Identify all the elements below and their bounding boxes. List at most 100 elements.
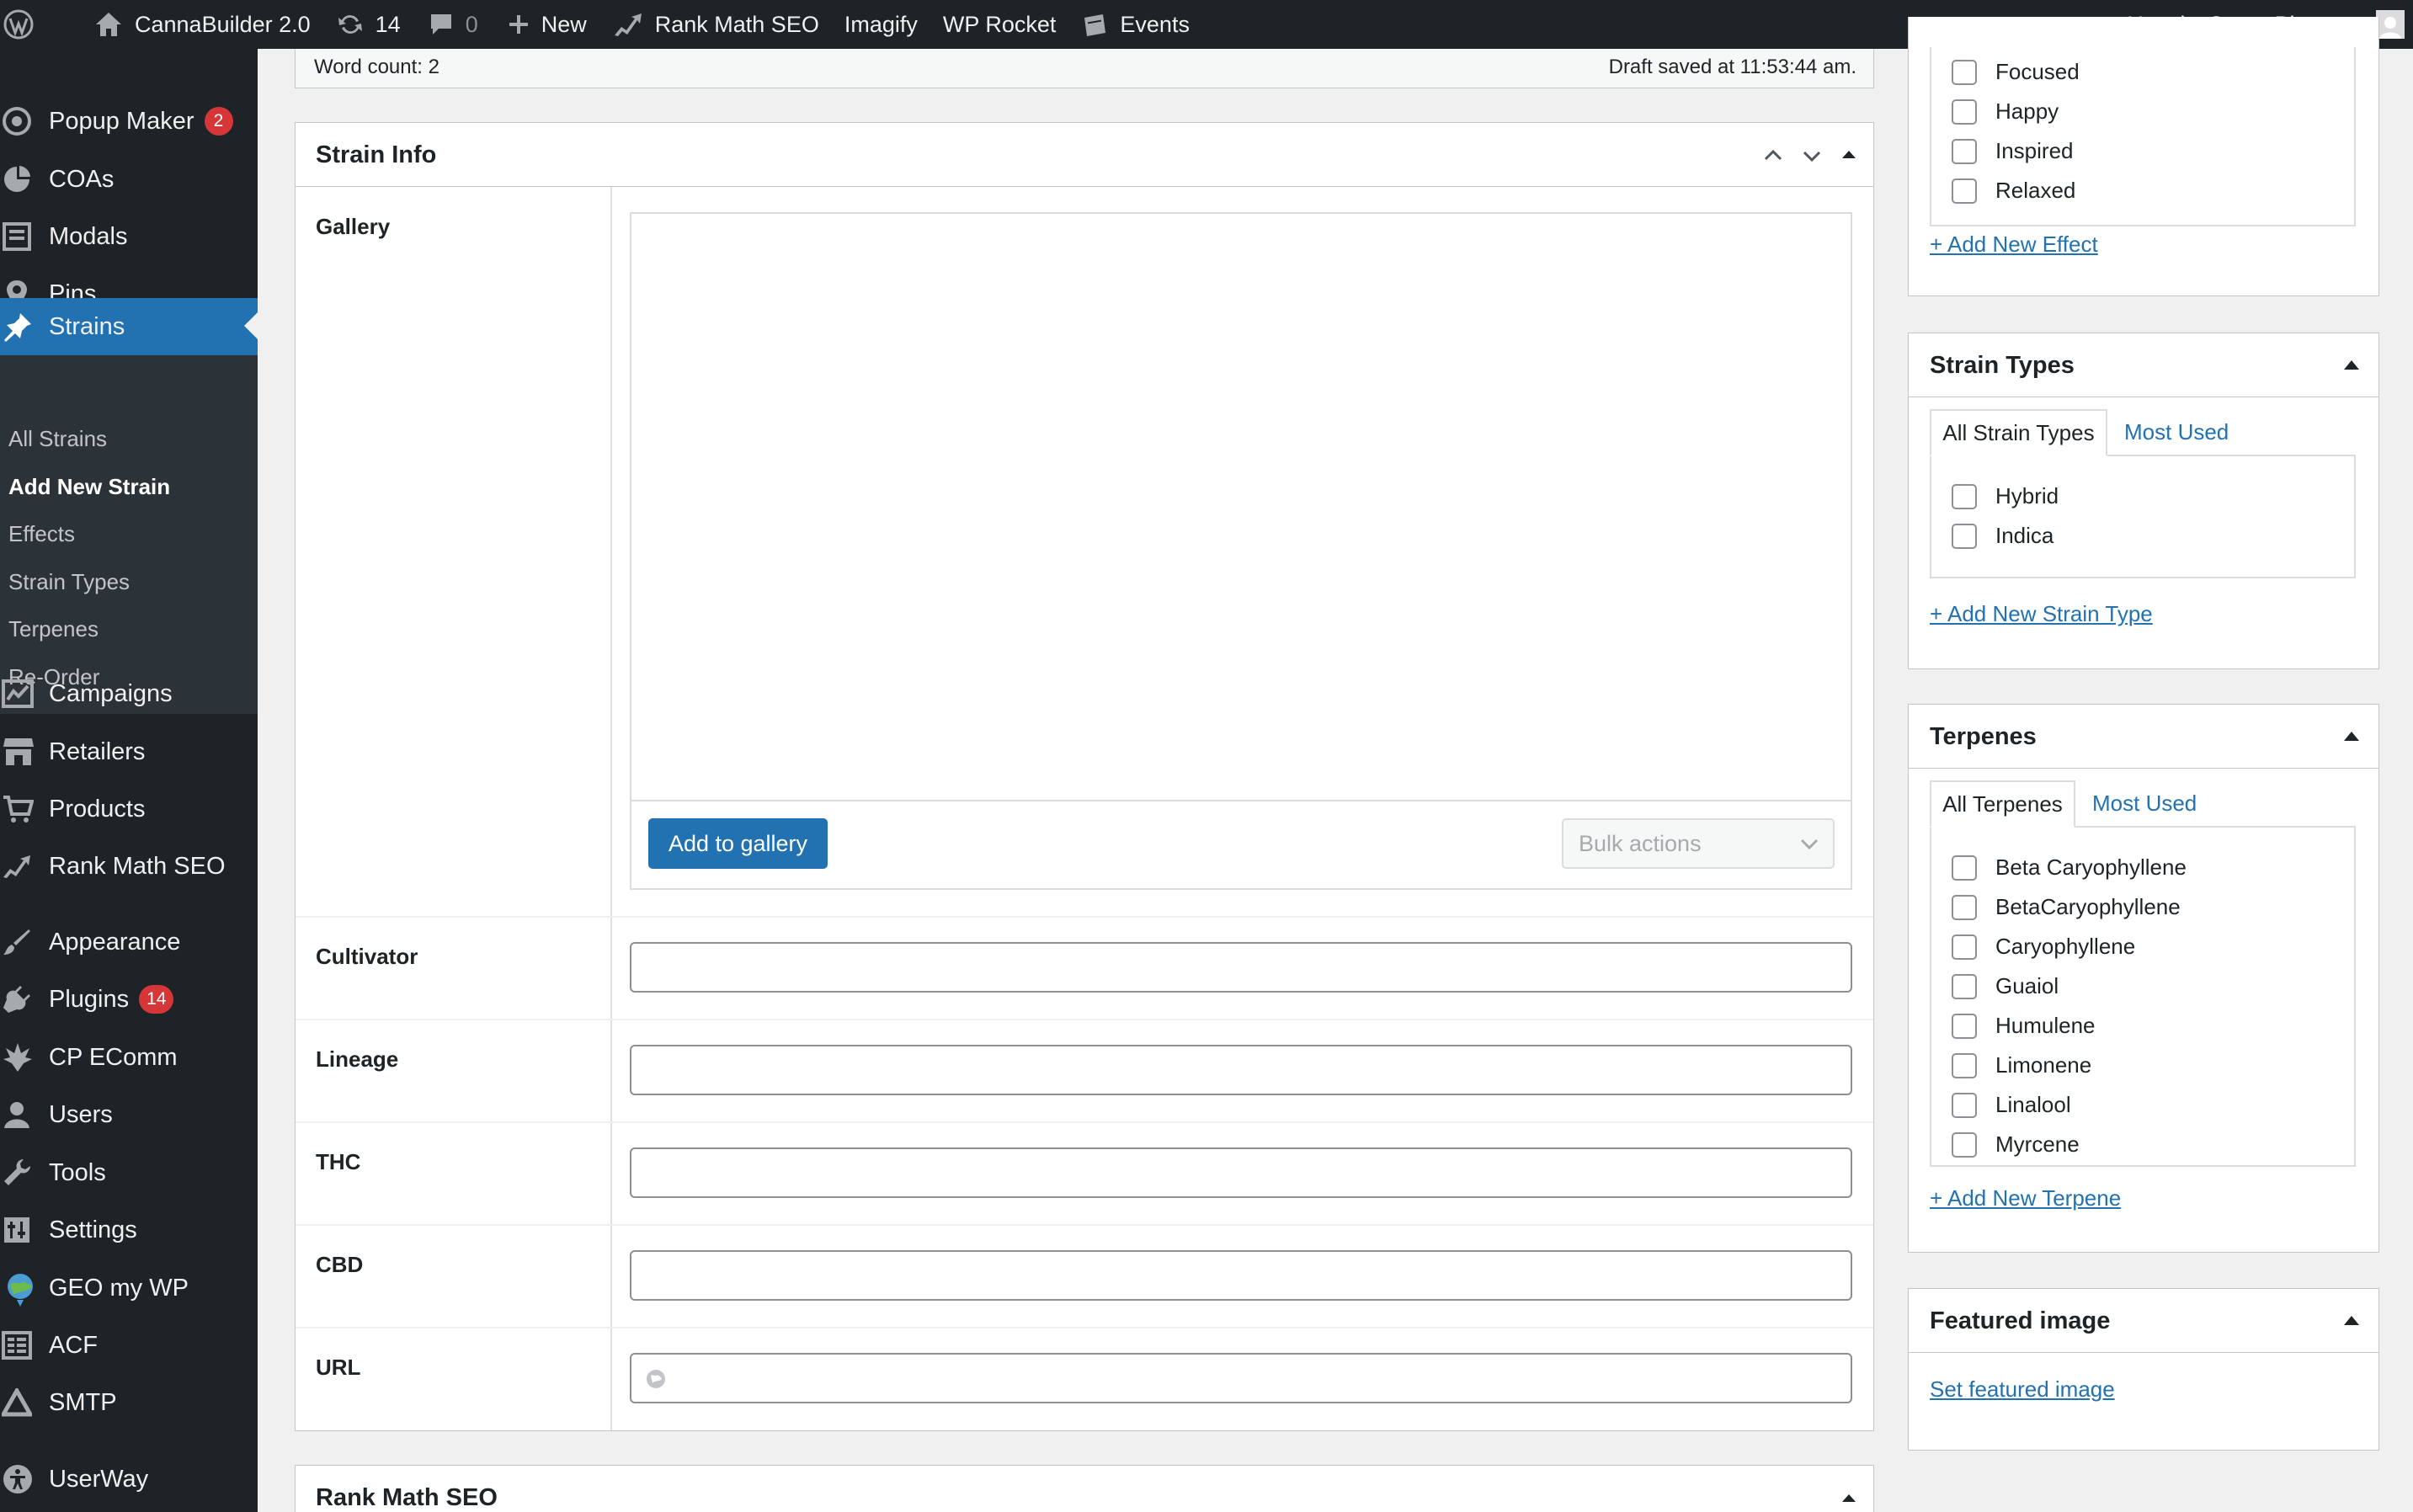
submenu-terpenes[interactable]: Terpenes (8, 616, 99, 642)
add-new-effect-link[interactable]: + Add New Effect (1930, 232, 2098, 258)
strain-type-option-indica[interactable]: Indica (1952, 523, 2053, 549)
effect-option-focused[interactable]: Focused (1952, 59, 2080, 85)
terpene-option-beta-caryophyllene[interactable]: Beta Caryophyllene (1952, 854, 2187, 881)
submenu-effects[interactable]: Effects (8, 521, 75, 547)
checkbox[interactable] (1952, 1013, 1977, 1039)
terpene-option-humulene[interactable]: Humulene (1952, 1013, 2096, 1039)
menu-smtp[interactable]: SMTP (0, 1375, 258, 1430)
cultivator-label: Cultivator (316, 944, 418, 969)
checkbox[interactable] (1952, 59, 1977, 85)
terpene-option-myrcene[interactable]: Myrcene (1952, 1131, 2080, 1158)
checkbox[interactable] (1952, 894, 1977, 920)
menu-rank-math-seo[interactable]: Rank Math SEO (0, 839, 258, 894)
events-menu[interactable]: Events (1068, 0, 1202, 49)
checkbox[interactable] (1952, 1092, 1977, 1118)
effect-option-relaxed[interactable]: Relaxed (1952, 178, 2075, 204)
checkbox[interactable] (1952, 523, 1977, 549)
row-divider (296, 1327, 1873, 1328)
comments-menu[interactable]: 0 (413, 0, 491, 49)
menu-settings[interactable]: Settings (0, 1202, 258, 1258)
menu-label: CP EComm (49, 1043, 178, 1071)
wp-logo-menu[interactable] (0, 0, 54, 49)
checkbox[interactable] (1952, 854, 1977, 881)
checkbox[interactable] (1952, 138, 1977, 164)
menu-appearance[interactable]: Appearance (0, 914, 258, 970)
bulk-actions-value: Bulk actions (1579, 830, 1702, 856)
submenu-add-new-strain[interactable]: Add New Strain (8, 474, 170, 500)
cultivator-input[interactable] (630, 942, 1852, 993)
menu-modals[interactable]: Modals (0, 209, 258, 264)
checkbox[interactable] (1952, 1131, 1977, 1158)
effect-option-happy[interactable]: Happy (1952, 98, 2059, 125)
menu-tools[interactable]: Tools (0, 1145, 258, 1201)
menu-acf[interactable]: ACF (0, 1318, 258, 1373)
post-status-info: Word count: 2 Draft saved at 11:53:44 am… (295, 49, 1874, 88)
terpene-option-caryophyllene[interactable]: Caryophyllene (1952, 934, 2135, 960)
cbd-input[interactable] (630, 1250, 1852, 1301)
lineage-input[interactable] (630, 1045, 1852, 1095)
menu-cp-ecomm[interactable]: CP EComm (0, 1030, 258, 1085)
collapse-toggle-icon[interactable] (1840, 146, 1858, 164)
move-down-icon[interactable] (1801, 145, 1823, 167)
checkbox[interactable] (1952, 98, 1977, 125)
tab-all-terpenes[interactable]: All Terpenes (1930, 780, 2075, 828)
tab-all-strain-types[interactable]: All Strain Types (1930, 409, 2107, 456)
checkbox[interactable] (1952, 178, 1977, 204)
checkbox[interactable] (1952, 934, 1977, 960)
add-new-terpene-link[interactable]: + Add New Terpene (1930, 1185, 2121, 1211)
menu-users[interactable]: Users (0, 1087, 258, 1142)
terpene-option-guaiol[interactable]: Guaiol (1952, 973, 2059, 999)
menu-popup-maker[interactable]: Popup Maker 2 (0, 93, 258, 149)
menu-label: Modals (49, 222, 128, 250)
terpene-option-linalool[interactable]: Linalool (1952, 1092, 2071, 1118)
menu-campaigns[interactable]: Campaigns (0, 666, 258, 721)
menu-products[interactable]: Products (0, 781, 258, 837)
rank-math-label: Rank Math SEO (654, 11, 819, 37)
menu-retailers[interactable]: Retailers (0, 724, 258, 780)
checkbox[interactable] (1952, 973, 1977, 999)
menu-plugins[interactable]: Plugins 14 (0, 972, 258, 1027)
collapse-toggle-icon[interactable] (2344, 1316, 2359, 1325)
option-label: Hybrid (1995, 483, 2059, 508)
move-up-icon[interactable] (1762, 145, 1784, 167)
lineage-label: Lineage (316, 1046, 399, 1072)
thc-input[interactable] (630, 1147, 1852, 1198)
bulk-actions-select[interactable]: Bulk actions (1562, 818, 1835, 869)
submenu-strain-types[interactable]: Strain Types (8, 569, 130, 595)
submenu-all-strains[interactable]: All Strains (8, 426, 107, 452)
menu-strains[interactable]: Strains (0, 298, 258, 355)
gallery-dropzone[interactable] (631, 214, 1851, 801)
menu-label: Settings (49, 1216, 137, 1243)
menu-userway[interactable]: UserWay (0, 1451, 258, 1507)
new-content-menu[interactable]: New (491, 0, 599, 49)
url-input[interactable] (630, 1353, 1852, 1403)
notification-badge: 2 (204, 107, 233, 136)
menu-coas[interactable]: COAs (0, 152, 258, 207)
terpene-option-limonene[interactable]: Limonene (1952, 1052, 2091, 1078)
collapse-toggle-icon[interactable] (2344, 732, 2359, 741)
add-to-gallery-button[interactable]: Add to gallery (648, 818, 828, 869)
site-name-menu[interactable]: CannaBuilder 2.0 (54, 0, 323, 49)
rank-math-menu[interactable]: Rank Math SEO (599, 0, 832, 49)
tab-most-used[interactable]: Most Used (2124, 419, 2229, 445)
collapse-toggle-icon[interactable] (1840, 1489, 1858, 1508)
rank-math-icon (0, 854, 49, 879)
wp-rocket-menu[interactable]: WP Rocket (930, 0, 1069, 49)
updates-menu[interactable]: 14 (323, 0, 413, 49)
menu-label: Retailers (49, 737, 146, 765)
option-label: Indica (1995, 523, 2054, 548)
terpene-option-betacaryophyllene[interactable]: BetaCaryophyllene (1952, 894, 2181, 920)
label-column-divider (610, 187, 612, 1430)
checkbox[interactable] (1952, 483, 1977, 509)
checkbox[interactable] (1952, 1052, 1977, 1078)
tab-most-used[interactable]: Most Used (2092, 791, 2197, 817)
strain-type-option-hybrid[interactable]: Hybrid (1952, 483, 2059, 509)
add-new-strain-type-link[interactable]: + Add New Strain Type (1930, 601, 2153, 627)
effect-option-inspired[interactable]: Inspired (1952, 138, 2074, 164)
menu-label: Popup Maker (49, 107, 194, 135)
menu-geo-my-wp[interactable]: GEO my WP (0, 1260, 258, 1316)
collapse-toggle-icon[interactable] (2344, 360, 2359, 370)
imagify-menu[interactable]: Imagify (832, 0, 930, 49)
option-label: BetaCaryophyllene (1995, 894, 2181, 919)
set-featured-image-link[interactable]: Set featured image (1930, 1376, 2115, 1403)
